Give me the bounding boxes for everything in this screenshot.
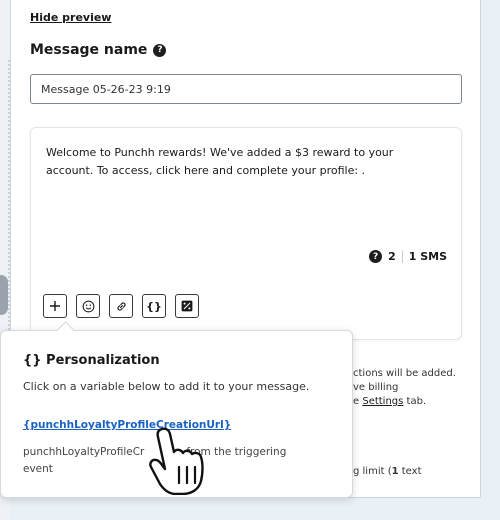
help-icon[interactable]: ? xyxy=(153,43,167,57)
message-name-text: Message name xyxy=(30,42,148,58)
hand-pointer-cursor-icon xyxy=(149,427,204,495)
insert-plus-button[interactable] xyxy=(43,294,67,318)
sms-counter: ? 2 1 SMS xyxy=(369,250,447,263)
background-note-3: e Settings tab. xyxy=(353,396,427,407)
plus-icon xyxy=(50,301,60,311)
character-count: 2 xyxy=(388,250,396,263)
popover-title: {} Personalization xyxy=(23,353,160,368)
hide-preview-link[interactable]: Hide preview xyxy=(30,11,111,24)
message-body-text[interactable]: Welcome to Punchh rewards! We've added a… xyxy=(46,144,426,180)
insert-discount-button[interactable] xyxy=(175,294,199,318)
personalization-button[interactable]: {} xyxy=(142,294,166,318)
insert-emoji-button[interactable] xyxy=(76,294,100,318)
insert-link-button[interactable] xyxy=(109,294,133,318)
popover-description: Click on a variable below to add it to y… xyxy=(23,380,310,393)
link-icon xyxy=(116,301,126,311)
message-name-input[interactable] xyxy=(30,74,462,104)
emoji-icon xyxy=(82,300,94,312)
resize-handle[interactable] xyxy=(0,275,8,315)
settings-link[interactable]: Settings xyxy=(362,396,403,407)
percent-icon xyxy=(181,300,193,312)
message-composer: Welcome to Punchh rewards! We've added a… xyxy=(30,127,462,340)
background-note-1: ctions will be added. xyxy=(353,368,456,379)
sms-help-icon[interactable]: ? xyxy=(369,250,383,263)
curly-braces-icon: {} xyxy=(146,299,162,313)
background-note-2: ve billing xyxy=(353,382,399,393)
background-note-4: g limit (1 text xyxy=(353,466,422,477)
counter-divider xyxy=(401,250,403,263)
message-name-label: Message name ? xyxy=(30,42,167,58)
sms-segments: 1 SMS xyxy=(408,250,447,263)
composer-toolbar: {} xyxy=(43,294,199,318)
